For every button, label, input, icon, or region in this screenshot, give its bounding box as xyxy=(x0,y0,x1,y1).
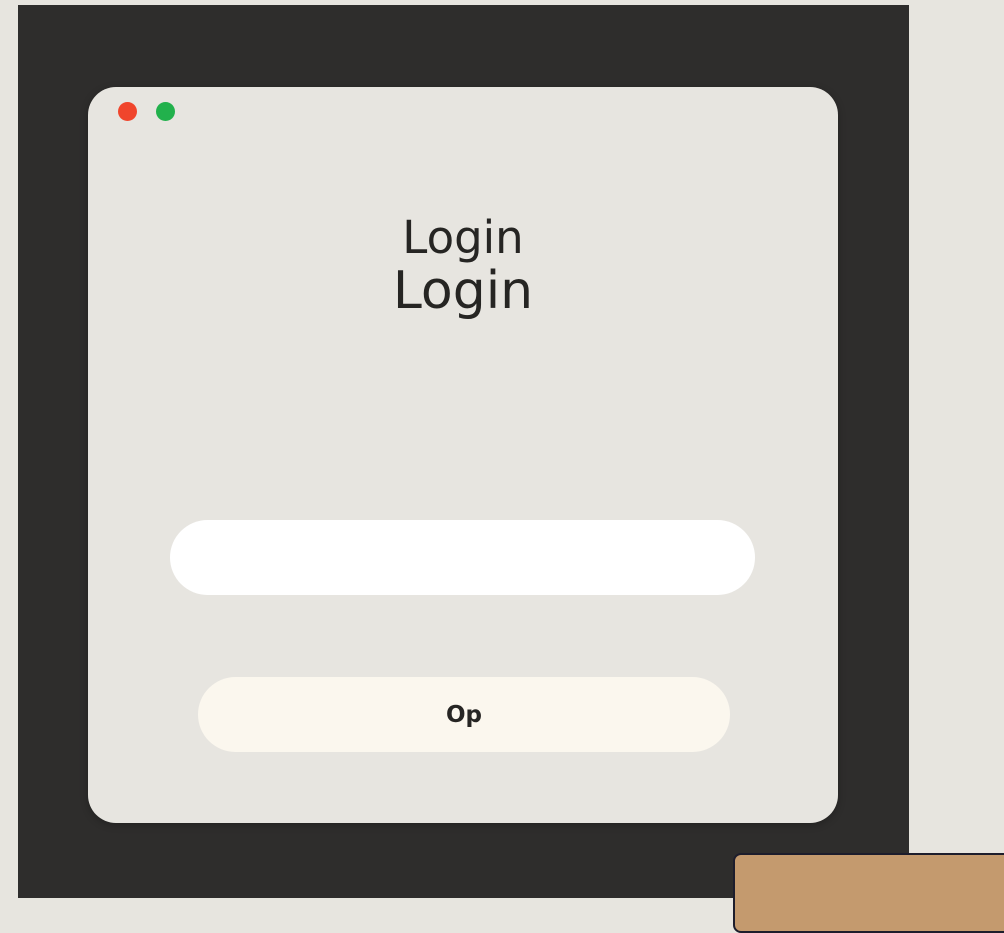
corner-panel xyxy=(733,853,1004,933)
screen-backdrop: Login Login Op xyxy=(18,5,909,898)
login-input[interactable] xyxy=(170,520,755,595)
login-window: Login Login Op xyxy=(88,87,838,823)
page-title-secondary: Login xyxy=(392,261,534,321)
submit-button[interactable]: Op xyxy=(198,677,730,752)
close-dot-icon[interactable] xyxy=(118,102,137,121)
page-title: Login xyxy=(402,211,524,264)
zoom-dot-icon[interactable] xyxy=(156,102,175,121)
